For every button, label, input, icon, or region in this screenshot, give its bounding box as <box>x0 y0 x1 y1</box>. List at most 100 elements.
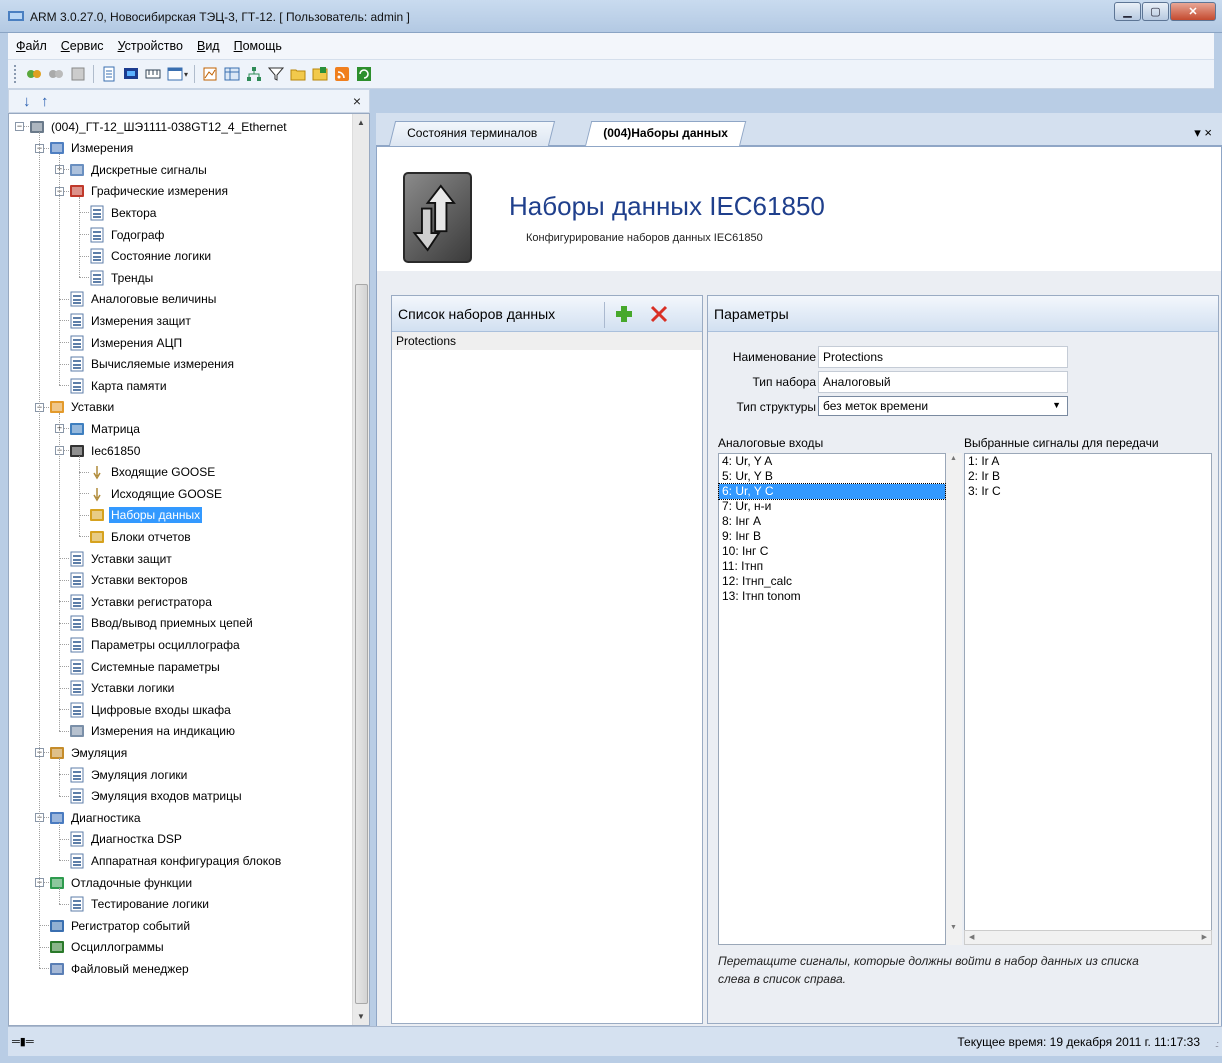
tree-item[interactable]: Блоки отчетов <box>89 526 193 547</box>
tree-item[interactable]: Осциллограммы <box>49 937 166 958</box>
tree-item[interactable]: Измерения <box>49 138 135 159</box>
move-down-icon[interactable]: ↓ <box>23 93 31 110</box>
analog-input-item[interactable]: 5: Ur, Y B <box>719 469 945 484</box>
refresh-icon[interactable] <box>355 65 373 83</box>
tree-scroll-thumb[interactable] <box>355 284 368 1004</box>
selected-signal-item[interactable]: 2: Ir B <box>965 469 1211 484</box>
list-icon[interactable] <box>100 65 118 83</box>
tree-item[interactable]: Уставки логики <box>69 678 176 699</box>
tree-item[interactable]: Эмуляция входов матрицы <box>69 786 244 807</box>
tree-item[interactable]: Вектора <box>89 202 158 223</box>
tree-panel-close-button[interactable]: × <box>353 93 361 109</box>
analog-input-item[interactable]: 10: Iнг C <box>719 544 945 559</box>
tree-item[interactable]: Наборы данных <box>89 505 203 526</box>
tree-item[interactable]: Эмуляция <box>49 742 129 763</box>
analog-inputs-scrollbar[interactable]: ▲ ▼ <box>946 453 962 945</box>
monitor-icon[interactable] <box>122 65 140 83</box>
menu-file[interactable]: Файл <box>16 39 47 53</box>
tree-item[interactable]: Уставки регистратора <box>69 591 214 612</box>
selected-signals-hscrollbar[interactable]: ◀ ▶ <box>964 930 1212 945</box>
move-up-icon[interactable]: ↑ <box>41 93 49 110</box>
dataset-type-field[interactable]: Аналоговый <box>818 371 1068 393</box>
minimize-button[interactable]: ▁ <box>1114 2 1141 21</box>
disconnect-icon[interactable] <box>47 65 65 83</box>
tree-item[interactable]: Регистратор событий <box>49 915 192 936</box>
window-dropdown-icon[interactable]: ▾ <box>184 70 188 79</box>
tab-terminal-states[interactable]: Состояния терминалов <box>388 121 556 146</box>
tab-datasets[interactable]: (004)Наборы данных <box>584 121 746 147</box>
analog-input-item[interactable]: 7: Ur, н-и <box>719 499 945 514</box>
scroll-down-icon[interactable]: ▼ <box>950 924 957 931</box>
delete-icon[interactable] <box>649 304 669 324</box>
tree-item[interactable]: Эмуляция логики <box>69 764 189 785</box>
tree-item[interactable]: Матрица <box>69 418 142 439</box>
tree-item[interactable]: Диагностка DSP <box>69 829 184 850</box>
menu-service[interactable]: Сервис <box>61 39 104 53</box>
analog-input-item[interactable]: 12: Iтнп_calc <box>719 574 945 589</box>
resize-grip-icon[interactable]: .: <box>1215 1039 1219 1049</box>
tree-item[interactable]: Тренды <box>89 267 155 288</box>
menu-device[interactable]: Устройство <box>118 39 183 53</box>
scroll-right-icon[interactable]: ▶ <box>1202 933 1207 941</box>
menu-view[interactable]: Вид <box>197 39 220 53</box>
scroll-down-icon[interactable]: ▼ <box>357 1012 365 1021</box>
tree-item[interactable]: Системные параметры <box>69 656 222 677</box>
tree-item[interactable]: Исходящие GOOSE <box>89 483 224 504</box>
analog-inputs-list[interactable]: 4: Ur, Y A 5: Ur, Y B 6: Ur, Y C 7: Ur, н-и… <box>718 453 946 945</box>
connect-icon[interactable] <box>25 65 43 83</box>
tree-item[interactable]: Измерения защит <box>69 310 193 331</box>
tree-item[interactable]: Уставки защит <box>69 548 174 569</box>
tree-item[interactable]: Отладочные функции <box>49 872 194 893</box>
tree-item[interactable]: Параметры осциллографа <box>69 634 242 655</box>
tree-item[interactable]: Измерения на индикацию <box>69 721 237 742</box>
tree-item[interactable]: Вычисляемые измерения <box>69 354 236 375</box>
tab-controls[interactable]: ▾ × <box>1194 125 1212 141</box>
add-icon[interactable] <box>614 304 634 324</box>
filter-icon[interactable] <box>267 65 285 83</box>
tree-item[interactable]: Диагностика <box>49 807 143 828</box>
tree-item[interactable]: Годограф <box>89 224 166 245</box>
table-icon[interactable] <box>223 65 241 83</box>
analog-input-item[interactable]: 9: Iнг B <box>719 529 945 544</box>
analog-input-item[interactable]: 8: Iнг A <box>719 514 945 529</box>
collapse-icon[interactable]: − <box>15 122 24 131</box>
tree-item[interactable]: Тестирование логики <box>69 894 211 915</box>
scroll-left-icon[interactable]: ◀ <box>969 933 974 941</box>
network-icon[interactable] <box>245 65 263 83</box>
tree-item[interactable]: Состояние логики <box>89 246 213 267</box>
tree-item[interactable]: (004)_ГТ-12_ШЭ1111-038GT12_4_Ethernet <box>29 116 289 137</box>
tree-item[interactable]: Ввод/вывод приемных цепей <box>69 613 255 634</box>
rss-icon[interactable] <box>333 65 351 83</box>
dataset-list-item[interactable]: Protections <box>392 332 702 350</box>
tree-item[interactable]: Карта памяти <box>69 375 169 396</box>
close-button[interactable]: ✕ <box>1170 2 1216 21</box>
tree-item[interactable]: Входящие GOOSE <box>89 462 217 483</box>
tree-item[interactable]: Цифровые входы шкафа <box>69 699 233 720</box>
tree-item[interactable]: Измерения АЦП <box>69 332 184 353</box>
maximize-button[interactable]: ▢ <box>1142 2 1169 21</box>
structure-type-select[interactable]: без меток времени ▼ <box>818 396 1068 416</box>
measure-icon[interactable] <box>144 65 162 83</box>
tree-item[interactable]: Дискретные сигналы <box>69 159 209 180</box>
chart-icon[interactable] <box>201 65 219 83</box>
folder-icon[interactable] <box>289 65 307 83</box>
selected-signal-item[interactable]: 3: Ir C <box>965 484 1211 499</box>
terminal-icon[interactable] <box>69 65 87 83</box>
tree-item[interactable]: Аппаратная конфигурация блоков <box>69 850 283 871</box>
name-field[interactable]: Protections <box>818 346 1068 368</box>
tree-item[interactable]: Аналоговые величины <box>69 289 218 310</box>
tree-scrollbar[interactable]: ▲ ▼ <box>352 114 369 1025</box>
analog-input-item[interactable]: 4: Ur, Y A <box>719 454 945 469</box>
tree-item[interactable]: Файловый менеджер <box>49 958 191 979</box>
analog-input-item[interactable]: 11: Iтнп <box>719 559 945 574</box>
selected-signals-list[interactable]: 1: Ir A 2: Ir B 3: Ir C <box>964 453 1212 945</box>
window-icon[interactable] <box>166 65 184 83</box>
analog-input-item[interactable]: 13: Iтнп tonom <box>719 589 945 604</box>
tree-item[interactable]: Уставки векторов <box>69 570 190 591</box>
tree-item[interactable]: Iec61850 <box>69 440 142 461</box>
export-icon[interactable] <box>311 65 329 83</box>
scroll-up-icon[interactable]: ▲ <box>357 118 365 127</box>
selected-signal-item[interactable]: 1: Ir A <box>965 454 1211 469</box>
analog-input-item[interactable]: 6: Ur, Y C <box>718 483 946 500</box>
scroll-up-icon[interactable]: ▲ <box>950 455 957 462</box>
